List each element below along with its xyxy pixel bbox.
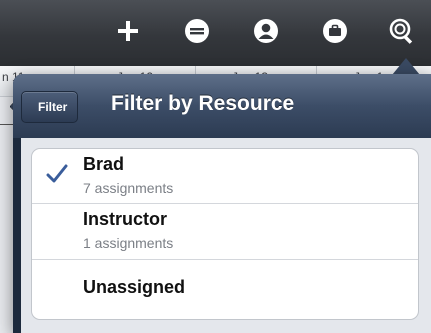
item-subtitle: 7 assignments — [83, 180, 174, 196]
divider — [0, 124, 14, 125]
list-item-brad[interactable]: Brad 7 assignments — [32, 149, 418, 204]
resource-list: Brad 7 assignments Instructor 1 assignme… — [31, 148, 419, 320]
popover-nav-bar: Filter Filter by Resource — [13, 74, 431, 138]
list-item-instructor[interactable]: Instructor 1 assignments — [32, 204, 418, 260]
checkmark-icon — [46, 163, 68, 190]
back-button[interactable]: Filter — [21, 91, 79, 123]
item-name: Instructor — [83, 209, 168, 229]
person-icon[interactable] — [249, 14, 283, 48]
toolbar — [0, 0, 431, 67]
back-button-label: Filter — [38, 100, 68, 114]
item-subtitle: 1 assignments — [83, 235, 174, 251]
filter-popover: Filter Filter by Resource Brad 7 assignm… — [13, 74, 431, 333]
list-item-unassigned[interactable]: Unassigned — [32, 260, 418, 319]
briefcase-icon[interactable] — [318, 14, 352, 48]
item-name: Unassigned — [83, 277, 186, 297]
minus-icon[interactable] — [180, 14, 214, 48]
popover-arrow — [392, 58, 420, 75]
plus-icon[interactable] — [111, 14, 145, 48]
popover-title: Filter by Resource — [111, 92, 295, 115]
magnifier-icon[interactable] — [385, 14, 419, 48]
item-name: Brad — [83, 154, 125, 174]
popover-content: Brad 7 assignments Instructor 1 assignme… — [21, 138, 431, 333]
